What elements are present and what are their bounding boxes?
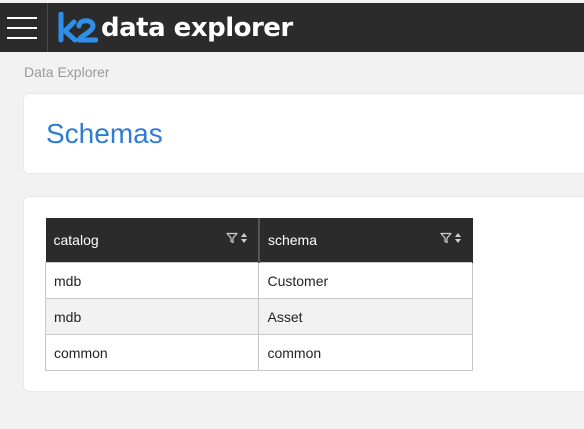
table-row[interactable]: mdb Customer [44, 262, 473, 299]
breadcrumb[interactable]: Data Explorer [24, 64, 110, 80]
column-header-tools [226, 232, 248, 244]
column-header-tools [440, 232, 462, 244]
column-header-schema[interactable]: schema [258, 218, 473, 263]
column-header-catalog[interactable]: catalog [45, 218, 260, 263]
table-cell[interactable]: common [258, 334, 473, 371]
table-row[interactable]: mdb Asset [44, 298, 473, 335]
page-title: Schemas [46, 118, 163, 149]
column-header-label: schema [267, 232, 318, 248]
k2-logo-mark-icon [58, 12, 98, 43]
hamburger-menu-icon[interactable] [7, 17, 37, 39]
filter-icon[interactable] [226, 232, 238, 244]
table-cell[interactable]: Asset [258, 298, 473, 335]
table-cell[interactable]: mdb [44, 298, 260, 335]
table-cell[interactable]: common [44, 334, 260, 371]
table-cell[interactable]: Customer [258, 262, 473, 299]
sort-icon[interactable] [240, 232, 248, 244]
app-brand-name: data explorer [101, 13, 293, 43]
top-bar: data explorer [0, 3, 584, 52]
schemas-table: catalog schema mdb Customer mdb Asset co… [44, 218, 473, 371]
app-logo[interactable]: data explorer [58, 11, 293, 45]
title-card: Schemas [23, 93, 584, 174]
filter-icon[interactable] [440, 232, 452, 244]
table-header-row: catalog schema [45, 218, 473, 263]
topbar-divider [47, 3, 48, 52]
table-row[interactable]: common common [44, 334, 473, 371]
column-header-label: catalog [53, 232, 99, 248]
sort-icon[interactable] [454, 232, 462, 244]
table-cell[interactable]: mdb [44, 262, 260, 299]
